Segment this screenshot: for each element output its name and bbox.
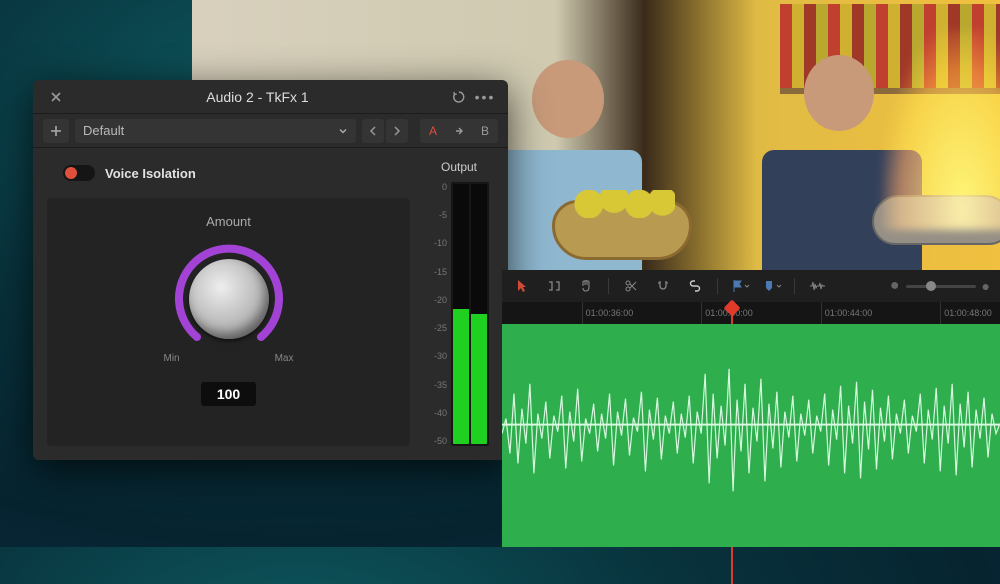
param-label: Amount bbox=[206, 214, 251, 229]
output-meter: 0 -5 -10 -15 -20 -25 -30 -35 -40 -50 bbox=[429, 182, 489, 446]
preset-row: Default A B bbox=[33, 114, 508, 148]
amount-dial[interactable] bbox=[169, 239, 289, 359]
ab-copy-button[interactable] bbox=[446, 119, 472, 143]
fx-panel-title: Audio 2 - TkFx 1 bbox=[69, 89, 446, 105]
ab-a-button[interactable]: A bbox=[420, 119, 446, 143]
fx-enable-toggle[interactable] bbox=[63, 165, 95, 181]
ruler-tick: 01:00:44:00 bbox=[821, 302, 873, 324]
fx-param-box: Amount Min Max 100 bbox=[47, 198, 410, 446]
hand-tool-icon[interactable] bbox=[576, 276, 596, 296]
preset-next-button[interactable] bbox=[386, 119, 408, 143]
link-icon[interactable] bbox=[685, 276, 705, 296]
timeline-toolbar: ● ● bbox=[502, 270, 1000, 302]
ruler-tick: 01:00:36:00 bbox=[582, 302, 634, 324]
fx-panel: Audio 2 - TkFx 1 ••• Default A B bbox=[33, 80, 508, 460]
close-icon[interactable] bbox=[43, 86, 69, 108]
flag-icon[interactable] bbox=[730, 276, 750, 296]
ab-compare: A B bbox=[420, 119, 498, 143]
fx-panel-titlebar: Audio 2 - TkFx 1 ••• bbox=[33, 80, 508, 114]
timeline: ● ● 01:00:36:00 01:00:40:00 01:00:44:00 … bbox=[502, 270, 1000, 547]
preview-flame bbox=[882, 30, 1000, 230]
output-label: Output bbox=[441, 160, 477, 174]
timeline-zoom[interactable]: ● ● bbox=[890, 277, 990, 295]
marker-icon[interactable] bbox=[762, 276, 782, 296]
preset-dropdown[interactable]: Default bbox=[75, 119, 356, 143]
add-preset-button[interactable] bbox=[43, 119, 69, 143]
range-tool-icon[interactable] bbox=[544, 276, 564, 296]
ab-b-button[interactable]: B bbox=[472, 119, 498, 143]
meter-bar-left bbox=[453, 184, 469, 444]
meter-bar-right bbox=[471, 184, 487, 444]
preset-prev-button[interactable] bbox=[362, 119, 384, 143]
pointer-tool-icon[interactable] bbox=[512, 276, 532, 296]
reset-icon[interactable] bbox=[446, 86, 472, 108]
meter-scale: 0 -5 -10 -15 -20 -25 -30 -35 -40 -50 bbox=[429, 182, 449, 446]
waveform bbox=[502, 324, 1000, 543]
fx-name-label: Voice Isolation bbox=[105, 166, 196, 181]
timeline-ruler[interactable]: 01:00:36:00 01:00:40:00 01:00:44:00 01:0… bbox=[502, 302, 1000, 324]
ruler-tick: 01:00:48:00 bbox=[940, 302, 992, 324]
preview-lemons bbox=[570, 190, 675, 218]
razor-tool-icon[interactable] bbox=[621, 276, 641, 296]
chevron-down-icon bbox=[338, 126, 348, 136]
snap-icon[interactable] bbox=[653, 276, 673, 296]
menu-icon[interactable]: ••• bbox=[472, 86, 498, 108]
preset-selected: Default bbox=[83, 123, 124, 138]
audio-track[interactable] bbox=[502, 324, 1000, 547]
transient-icon[interactable] bbox=[807, 276, 827, 296]
param-value[interactable]: 100 bbox=[201, 382, 256, 406]
